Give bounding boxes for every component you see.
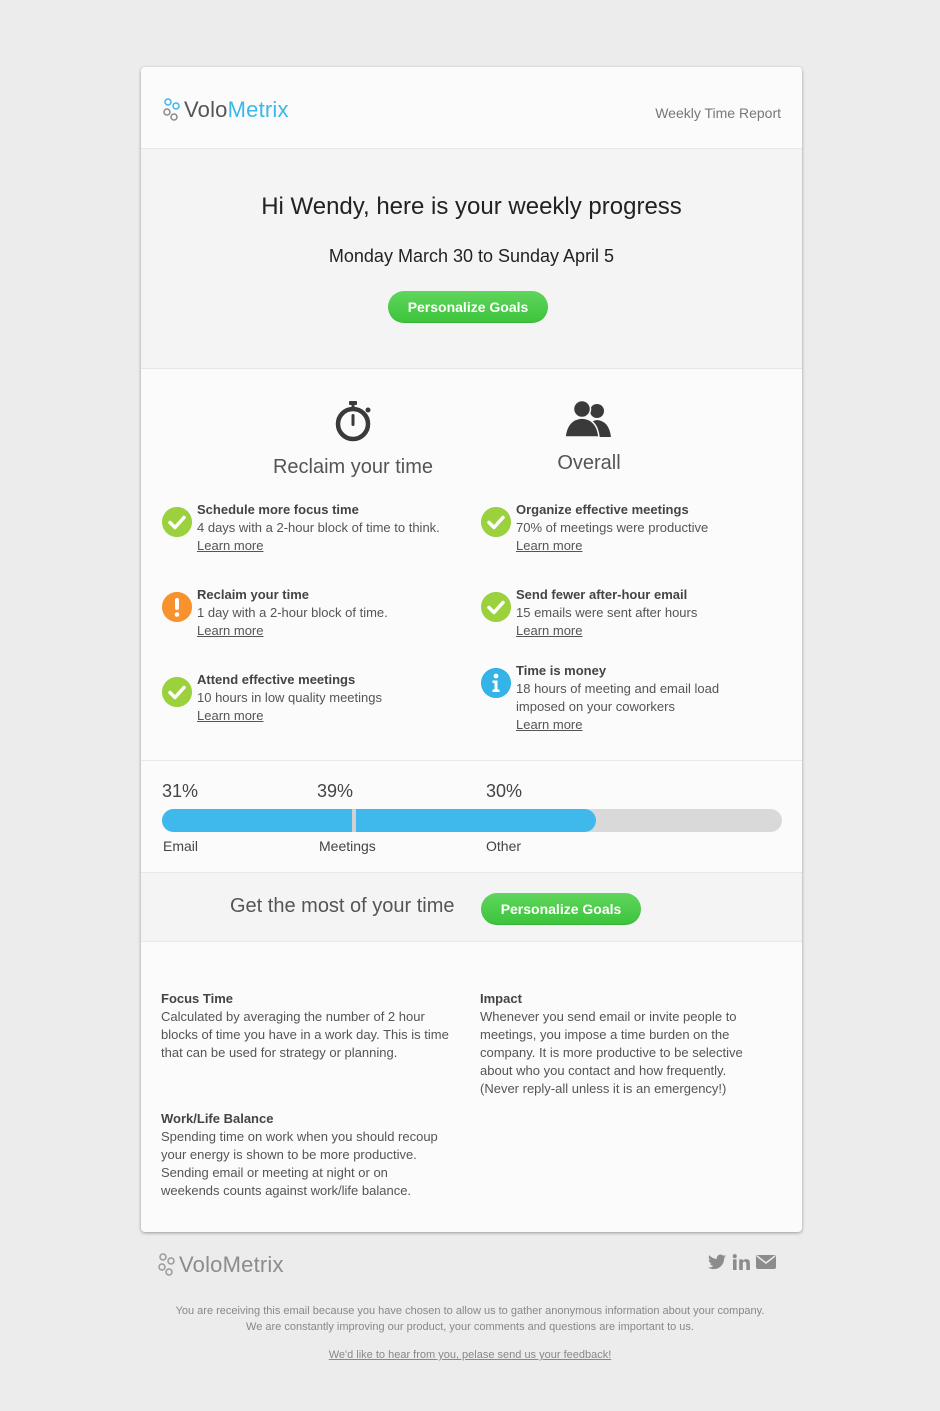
goal-title: Schedule more focus time xyxy=(197,502,359,517)
email-card: VoloMetrix Weekly Time Report Hi Wendy, … xyxy=(141,67,802,1232)
learn-more-link[interactable]: Learn more xyxy=(197,707,263,725)
goal-description: 10 hours in low quality meetings xyxy=(197,690,382,705)
impact-definition: Impact Whenever you send email or invite… xyxy=(480,990,780,1098)
definition-text: your energy is shown to be more producti… xyxy=(161,1147,417,1162)
work-life-balance-definition: Work/Life Balance Spending time on work … xyxy=(161,1110,461,1200)
learn-more-link[interactable]: Learn more xyxy=(516,716,582,734)
segment-divider xyxy=(352,809,356,832)
greeting-title: Hi Wendy, here is your weekly progress xyxy=(261,193,682,220)
check-icon xyxy=(162,507,192,537)
goal-description: 4 days with a 2-hour block of time to th… xyxy=(197,520,440,535)
learn-more-link[interactable]: Learn more xyxy=(197,537,263,555)
footer-logo[interactable]: VoloMetrix xyxy=(157,1252,284,1278)
definitions-section: Focus Time Calculated by averaging the n… xyxy=(141,942,802,1232)
definition-text: Whenever you send email or invite people… xyxy=(480,1009,737,1024)
definition-text: weekends counts against work/life balanc… xyxy=(161,1183,412,1198)
definition-text: meetings, you impose a time burden on th… xyxy=(480,1027,730,1042)
hero-section: Hi Wendy, here is your weekly progress M… xyxy=(141,149,802,369)
warning-icon xyxy=(162,592,192,622)
cta-text: Get the most of your time xyxy=(230,895,455,917)
time-distribution: 31% 39% 30% Email Meetings Other xyxy=(141,761,802,873)
social-links xyxy=(708,1254,776,1270)
learn-more-link[interactable]: Learn more xyxy=(516,622,582,640)
reclaim-column-header: Reclaim your time xyxy=(228,399,478,479)
goal-title: Send fewer after-hour email xyxy=(516,587,688,602)
definition-title: Impact xyxy=(480,991,522,1006)
learn-more-link[interactable]: Learn more xyxy=(197,622,263,640)
reclaim-column-title: Reclaim your time xyxy=(272,456,434,478)
personalize-goals-button[interactable]: Personalize Goals xyxy=(388,291,548,323)
goal-description: 18 hours of meeting and email load xyxy=(516,681,720,696)
stopwatch-icon xyxy=(335,401,371,442)
report-label: Weekly Time Report xyxy=(655,105,781,121)
other-label: Other xyxy=(486,838,522,854)
goals-section: Reclaim your time Overall Schedule more … xyxy=(141,369,802,761)
twitter-icon[interactable] xyxy=(708,1254,726,1270)
goal-description: 1 day with a 2-hour block of time. xyxy=(197,605,388,620)
footer-note: We are constantly improving our product,… xyxy=(246,1321,694,1333)
definition-text: Sending email or meeting at night or on xyxy=(161,1165,388,1180)
check-icon xyxy=(481,507,511,537)
goal-description: 70% of meetings were productive xyxy=(516,520,709,535)
meetings-label: Meetings xyxy=(319,838,376,854)
footer-disclaimer: You are receiving this email because you… xyxy=(175,1305,765,1317)
feedback-link-row: We'd like to hear from you, pelase send … xyxy=(0,1349,940,1361)
goal-title: Attend effective meetings xyxy=(197,672,356,687)
definition-text: that can be used for strategy or plannin… xyxy=(161,1045,398,1060)
definition-title: Focus Time xyxy=(161,991,234,1006)
definition-text: Calculated by averaging the number of 2 … xyxy=(161,1009,425,1024)
goal-title: Reclaim your time xyxy=(197,587,309,602)
definition-text: blocks of time you have in a work day. T… xyxy=(161,1027,449,1042)
learn-more-link[interactable]: Learn more xyxy=(516,537,582,555)
focus-time-definition: Focus Time Calculated by averaging the n… xyxy=(161,990,461,1062)
feedback-link[interactable]: We'd like to hear from you, pelase send … xyxy=(329,1349,612,1361)
goal-title: Time is money xyxy=(516,663,607,678)
mail-icon[interactable] xyxy=(756,1254,776,1270)
definition-text: company. It is more productive to be sel… xyxy=(480,1045,743,1060)
email-segment xyxy=(162,809,354,832)
meetings-segment xyxy=(354,809,596,832)
email-label: Email xyxy=(163,838,199,854)
definition-title: Work/Life Balance xyxy=(161,1111,274,1126)
volometrix-logo[interactable]: VoloMetrix xyxy=(162,97,289,123)
logo-wordmark: VoloMetrix xyxy=(184,97,289,122)
overall-column-header: Overall xyxy=(464,399,714,475)
volometrix-logo-icon xyxy=(163,98,180,121)
definition-text: Spending time on work when you should re… xyxy=(161,1129,438,1144)
overall-column-title: Overall xyxy=(557,452,621,474)
people-icon xyxy=(564,399,611,438)
volometrix-logo-icon xyxy=(158,1253,175,1276)
check-icon xyxy=(481,592,511,622)
goal-title: Organize effective meetings xyxy=(516,502,689,517)
definition-text: about who you contact and how frequently… xyxy=(480,1063,727,1078)
distribution-bar xyxy=(162,809,782,832)
check-icon xyxy=(162,677,192,707)
goal-description: 15 emails were sent after hours xyxy=(516,605,698,620)
info-icon xyxy=(481,668,511,698)
email-header: VoloMetrix Weekly Time Report xyxy=(141,67,802,149)
linkedin-icon[interactable] xyxy=(732,1254,750,1270)
logo-wordmark: VoloMetrix xyxy=(179,1252,284,1277)
other-percent: 30% xyxy=(486,781,523,801)
goal-description: imposed on your coworkers xyxy=(516,699,675,714)
meetings-percent: 39% xyxy=(317,781,354,801)
personalize-goals-button[interactable]: Personalize Goals xyxy=(481,893,641,925)
email-percent: 31% xyxy=(162,781,199,801)
definition-text: (Never reply-all unless it is an emergen… xyxy=(480,1081,727,1096)
date-range: Monday March 30 to Sunday April 5 xyxy=(328,246,615,266)
cta-section: Get the most of your time Personalize Go… xyxy=(141,873,802,942)
